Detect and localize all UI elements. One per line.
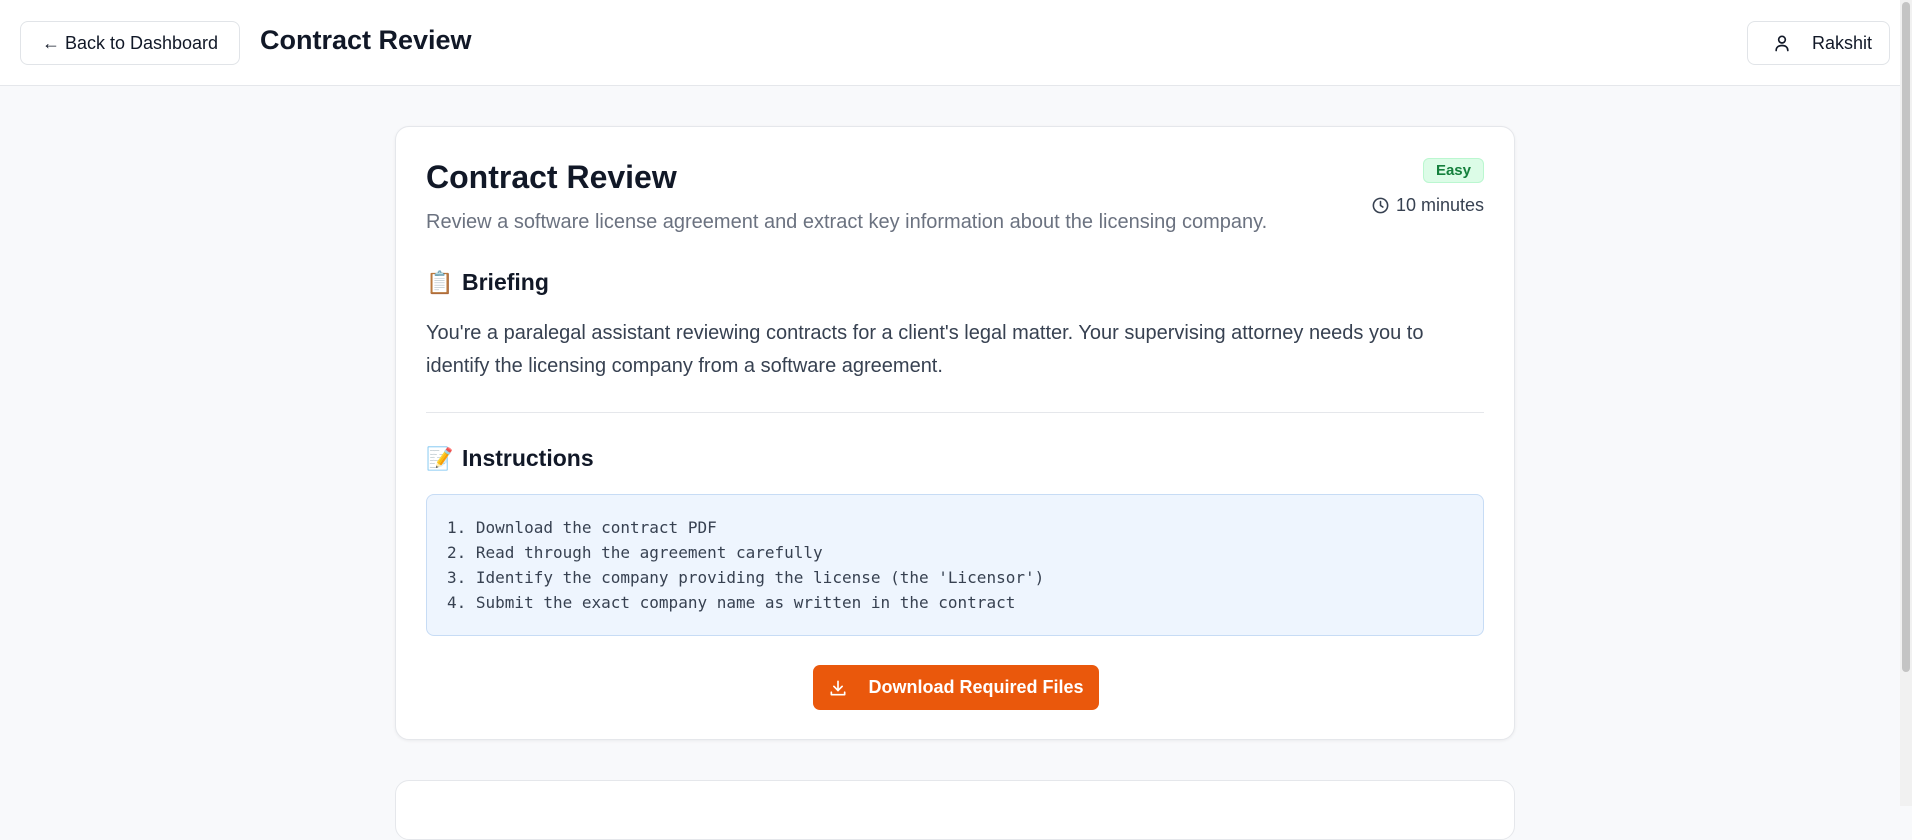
user-icon [1772,33,1792,53]
instruction-step: 3. Identify the company providing the li… [447,568,1045,587]
task-card: Contract Review Review a software licens… [395,126,1515,740]
instruction-step: 4. Submit the exact company name as writ… [447,593,1016,612]
instructions-list: 1. Download the contract PDF 2. Read thr… [426,494,1484,636]
page-title: Contract Review [260,25,472,55]
memo-icon: 📝 [426,445,454,471]
duration-text: 10 minutes [1395,195,1484,215]
instructions-heading-text: Instructions [462,445,594,471]
clipboard-icon: 📋 [426,269,454,295]
section-divider [426,412,1484,413]
back-to-dashboard-button[interactable]: ← Back to Dashboard [20,21,240,65]
top-header: ← Back to Dashboard Contract Review Raks… [0,0,1912,86]
briefing-heading: 📋 Briefing [426,269,549,296]
instructions-heading: 📝 Instructions [426,445,594,472]
briefing-text: You're a paralegal assistant reviewing c… [426,322,1424,377]
download-icon [828,678,848,698]
instruction-step: 1. Download the contract PDF [447,518,717,537]
page-scrollbar[interactable] [1900,0,1912,806]
task-description: Review a software license agreement and … [426,211,1268,233]
user-menu-button[interactable]: Rakshit [1747,21,1890,65]
difficulty-badge: Easy [1422,158,1484,183]
task-title: Contract Review [426,159,677,195]
clock-icon [1371,196,1390,215]
task-duration: 10 minutes [1371,195,1484,216]
scrollbar-thumb[interactable] [1902,2,1910,672]
instruction-step: 2. Read through the agreement carefully [447,543,823,562]
user-name: Rakshit [1812,32,1873,53]
briefing-heading-text: Briefing [462,269,549,295]
download-files-button[interactable]: Download Required Files [813,665,1099,710]
download-button-label: Download Required Files [868,677,1084,697]
next-card [395,780,1515,840]
